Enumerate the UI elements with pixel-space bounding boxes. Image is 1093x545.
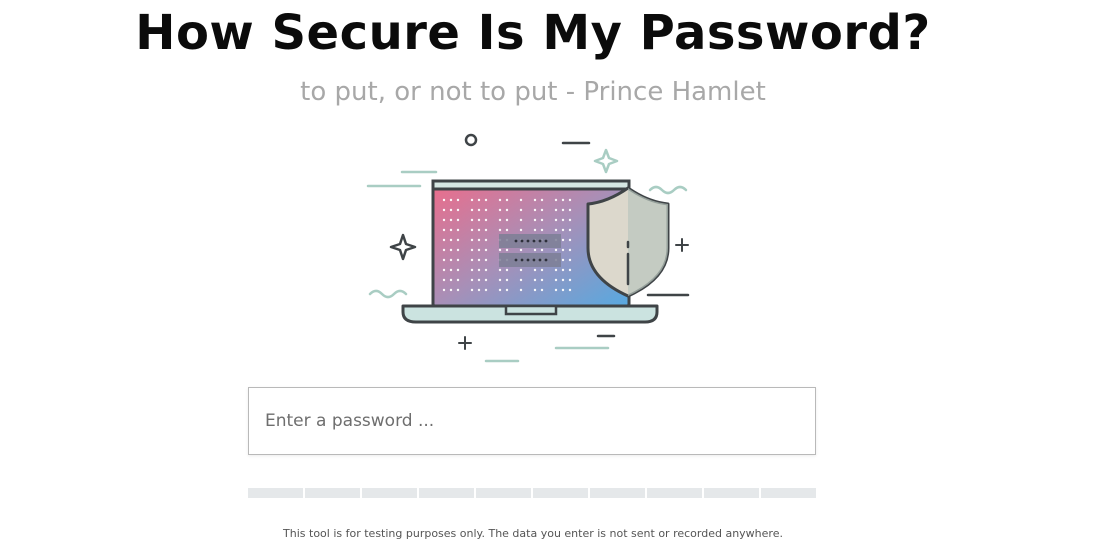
- password-mask-box: [499, 234, 561, 248]
- password-input[interactable]: [248, 387, 816, 455]
- strength-meter-segment: [248, 488, 303, 498]
- strength-meter-segment: [647, 488, 702, 498]
- password-mask-box: [499, 253, 561, 267]
- page-title: How Secure Is My Password?: [135, 5, 931, 61]
- strength-meter-segment: [476, 488, 531, 498]
- strength-meter-segment: [761, 488, 816, 498]
- strength-meter-segment: [419, 488, 474, 498]
- sparkle-icon: [389, 233, 417, 261]
- sparkle-icon: [593, 148, 619, 174]
- disclaimer-text: This tool is for testing purposes only. …: [283, 527, 783, 540]
- strength-meter-segment: [305, 488, 360, 498]
- strength-meter-segment: [704, 488, 759, 498]
- strength-meter: [248, 488, 816, 498]
- strength-meter-segment: [533, 488, 588, 498]
- page-subtitle: to put, or not to put - Prince Hamlet: [300, 77, 766, 107]
- laptop-shield-illustration: [366, 133, 690, 363]
- strength-meter-segment: [362, 488, 417, 498]
- ring-icon: [464, 133, 478, 147]
- strength-meter-segment: [590, 488, 645, 498]
